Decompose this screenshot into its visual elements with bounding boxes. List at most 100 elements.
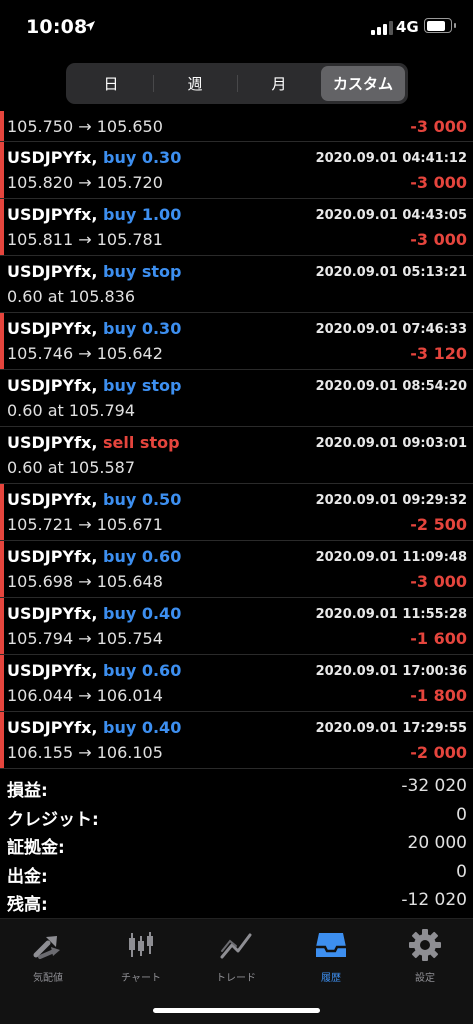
trade-title: USDJPYfx, buy 0.40 <box>7 604 181 623</box>
trade-row[interactable]: USDJPYfx, buy 0.40 2020.09.01 17:29:55 106… <box>0 712 473 769</box>
trade-history-list[interactable]: 105.750 → 105.650 -3 000 USDJPYfx, buy 0… <box>0 111 473 769</box>
trade-title: USDJPYfx, buy 1.00 <box>7 205 181 224</box>
period-tab-month[interactable]: 月 <box>237 66 321 101</box>
summary-withdrawal-row: 出金: 0 <box>0 860 473 889</box>
trade-title: USDJPYfx, buy 0.30 <box>7 148 181 167</box>
trade-row[interactable]: USDJPYfx, buy 0.50 2020.09.01 09:29:32 105… <box>0 484 473 541</box>
trade-row[interactable]: USDJPYfx, buy 0.40 2020.09.01 11:55:28 105… <box>0 598 473 655</box>
trade-order: buy 0.50 <box>103 490 182 509</box>
loss-indicator-stripe <box>0 142 4 198</box>
trade-order: buy stop <box>103 376 182 395</box>
trade-row[interactable]: USDJPYfx, buy 0.60 2020.09.01 17:00:36 106… <box>0 655 473 712</box>
location-arrow-icon <box>85 21 95 31</box>
trade-profit: -2 500 <box>410 515 467 534</box>
tab-settings[interactable]: 設定 <box>385 927 465 984</box>
trade-prices: 105.794 → 105.754 <box>7 629 163 648</box>
summary-value: 0 <box>456 804 467 825</box>
summary-label: クレジット: <box>7 809 99 830</box>
summary-profit-row: 損益: -32 020 <box>0 774 473 803</box>
trade-profit: -2 000 <box>410 743 467 762</box>
trade-symbol: USDJPYfx, <box>7 490 98 509</box>
trade-prices: 0.60 at 105.836 <box>7 287 136 306</box>
candlestick-chart-icon <box>129 932 153 957</box>
loss-indicator-stripe <box>0 484 4 540</box>
trade-order: buy 0.40 <box>103 604 182 623</box>
tab-label: 履歴 <box>321 973 341 984</box>
summary-credit-row: クレジット: 0 <box>0 803 473 832</box>
trade-time: 2020.09.01 07:46:33 <box>315 322 467 337</box>
trade-order: buy 1.00 <box>103 205 182 224</box>
tab-label: チャート <box>121 973 161 984</box>
trade-time: 2020.09.01 05:13:21 <box>315 265 467 280</box>
summary-value: -12 020 <box>401 890 467 910</box>
trade-row[interactable]: USDJPYfx, buy 0.60 2020.09.01 11:09:48 105… <box>0 541 473 598</box>
tab-trade[interactable]: トレード <box>196 927 276 984</box>
trade-prices: 0.60 at 105.794 <box>7 401 136 420</box>
trade-time: 2020.09.01 09:03:01 <box>315 436 467 451</box>
status-bar: 10:08 4G <box>0 0 473 56</box>
trade-title: USDJPYfx, buy 0.60 <box>7 547 181 566</box>
home-indicator[interactable] <box>153 1008 320 1013</box>
trade-prices: 105.698 → 105.648 <box>7 572 163 591</box>
summary-balance-row: 残高: -12 020 <box>0 888 473 917</box>
summary-label: 出金: <box>7 866 48 887</box>
trade-row-partial[interactable]: 105.750 → 105.650 -3 000 <box>0 111 473 142</box>
period-segmented-control: 日 週 月 カスタム <box>66 63 408 104</box>
summary-label: 残高: <box>7 895 48 915</box>
trade-time: 2020.09.01 17:29:55 <box>315 721 467 736</box>
loss-indicator-stripe <box>0 541 4 597</box>
trade-profit: -3 000 <box>410 572 467 591</box>
trade-time: 2020.09.01 04:41:12 <box>315 151 467 166</box>
trade-title: USDJPYfx, buy 0.40 <box>7 718 181 737</box>
loss-indicator-stripe <box>0 655 4 711</box>
trade-row[interactable]: USDJPYfx, buy 0.30 2020.09.01 04:41:12 105… <box>0 142 473 199</box>
account-summary: 損益: -32 020 クレジット: 0 証拠金: 20 000 出金: 0 残… <box>0 774 473 917</box>
trade-symbol: USDJPYfx, <box>7 319 98 338</box>
trade-title: USDJPYfx, buy 0.60 <box>7 661 181 680</box>
tab-chart[interactable]: チャート <box>101 927 181 984</box>
trade-row[interactable]: USDJPYfx, buy 1.00 2020.09.01 04:43:05 105… <box>0 199 473 256</box>
trade-symbol: USDJPYfx, <box>7 376 98 395</box>
summary-label: 損益: <box>7 781 48 801</box>
tab-label: 気配値 <box>33 973 63 984</box>
trade-time: 2020.09.01 17:00:36 <box>315 664 467 679</box>
trade-prices: 105.746 → 105.642 <box>7 344 163 363</box>
trade-row[interactable]: USDJPYfx, sell stop 2020.09.01 09:03:01 0.… <box>0 427 473 484</box>
trade-profit: -3 000 <box>410 173 467 192</box>
trade-symbol: USDJPYfx, <box>7 148 98 167</box>
trade-row[interactable]: USDJPYfx, buy 0.30 2020.09.01 07:46:33 105… <box>0 313 473 370</box>
trade-prices: 106.155 → 106.105 <box>7 743 163 762</box>
trade-time: 2020.09.01 11:09:48 <box>315 550 467 565</box>
loss-indicator-stripe <box>0 199 4 255</box>
period-tab-week[interactable]: 週 <box>153 66 237 101</box>
trade-chart-icon <box>220 933 252 959</box>
network-type: 4G <box>396 18 419 36</box>
loss-indicator-stripe <box>0 598 4 654</box>
trade-profit: -3 000 <box>410 230 467 249</box>
trade-prices: 105.811 → 105.781 <box>7 230 163 249</box>
cellular-signal-icon <box>371 21 393 35</box>
trade-row[interactable]: USDJPYfx, buy stop 2020.09.01 05:13:21 0.6… <box>0 256 473 313</box>
trade-profit: -1 800 <box>410 686 467 705</box>
trade-profit: -1 600 <box>410 629 467 648</box>
trade-order: buy 0.60 <box>103 661 182 680</box>
summary-value: 0 <box>456 861 467 882</box>
summary-label: 証拠金: <box>7 838 65 858</box>
tab-history[interactable]: 履歴 <box>291 927 371 984</box>
summary-deposit-row: 証拠金: 20 000 <box>0 831 473 860</box>
trade-time: 2020.09.01 08:54:20 <box>315 379 467 394</box>
trade-time: 2020.09.01 09:29:32 <box>315 493 467 508</box>
period-tab-day[interactable]: 日 <box>69 66 153 101</box>
trade-title: USDJPYfx, buy 0.30 <box>7 319 181 338</box>
status-time: 10:08 <box>26 16 88 38</box>
tab-label: トレード <box>216 973 256 984</box>
trade-prices: 105.721 → 105.671 <box>7 515 163 534</box>
gear-icon <box>409 929 441 961</box>
trade-row[interactable]: USDJPYfx, buy stop 2020.09.01 08:54:20 0.6… <box>0 370 473 427</box>
trade-profit: -3 120 <box>410 344 467 363</box>
trade-title: USDJPYfx, buy 0.50 <box>7 490 181 509</box>
trade-title: USDJPYfx, sell stop <box>7 433 180 452</box>
quotes-arrows-icon <box>33 936 60 959</box>
period-tab-custom[interactable]: カスタム <box>321 66 405 101</box>
tab-quotes[interactable]: 気配値 <box>8 927 88 984</box>
